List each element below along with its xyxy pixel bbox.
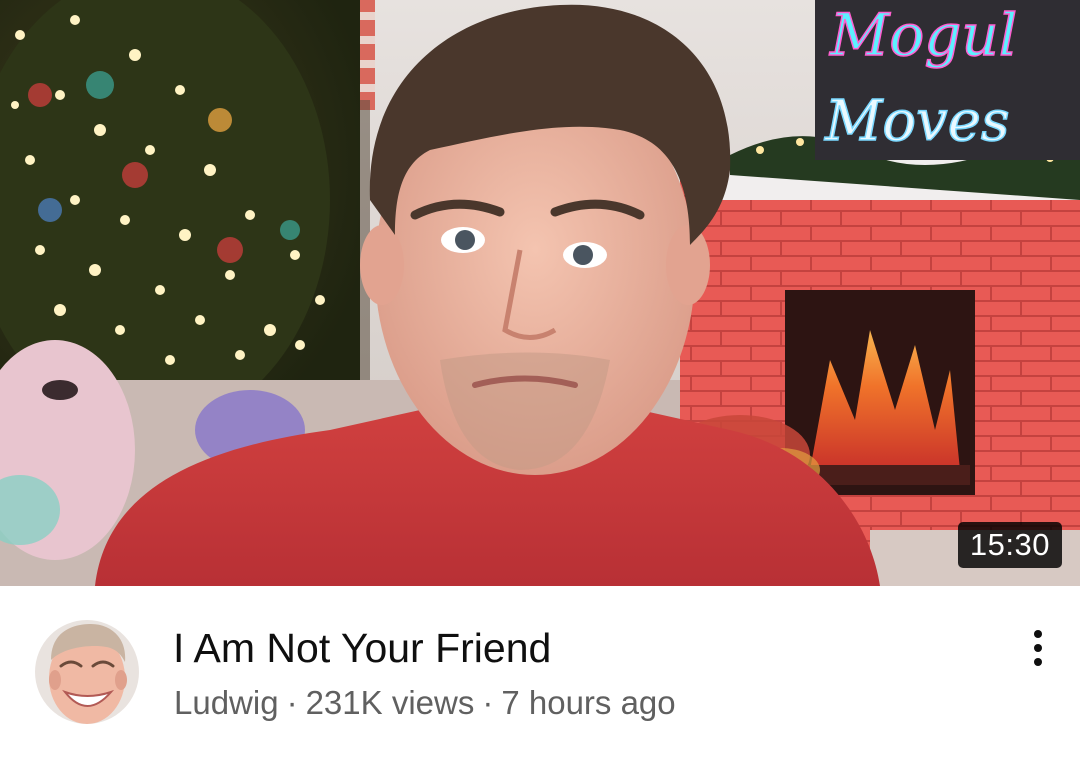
avatar-image [35, 620, 139, 724]
duration-badge: 15:30 [957, 522, 1062, 568]
more-dot [1034, 644, 1042, 652]
view-count: 231K views [305, 684, 475, 721]
upload-age: 7 hours ago [501, 684, 676, 721]
video-card[interactable]: Mogul Moves 15:30 I Am Not Your Friend L… [0, 0, 1080, 763]
neon-sign-text-top: Mogul [829, 1, 1017, 69]
video-thumbnail[interactable]: Mogul Moves 15:30 [0, 0, 1080, 586]
video-subline: Ludwig · 231K views · 7 hours ago [174, 683, 676, 723]
separator: · [482, 684, 494, 721]
video-meta: I Am Not Your Friend Ludwig · 231K views · 7… [0, 586, 1080, 763]
video-title[interactable]: I Am Not Your Friend [173, 624, 551, 672]
neon-sign-text-bottom: Moves [824, 89, 1010, 154]
separator: · [286, 684, 298, 721]
more-dot [1034, 658, 1042, 666]
thumbnail-image: Mogul Moves [0, 0, 1080, 586]
channel-avatar[interactable] [35, 620, 139, 724]
channel-name[interactable]: Ludwig [174, 684, 279, 721]
more-dot [1034, 630, 1042, 638]
more-vert-icon[interactable] [1018, 626, 1058, 670]
